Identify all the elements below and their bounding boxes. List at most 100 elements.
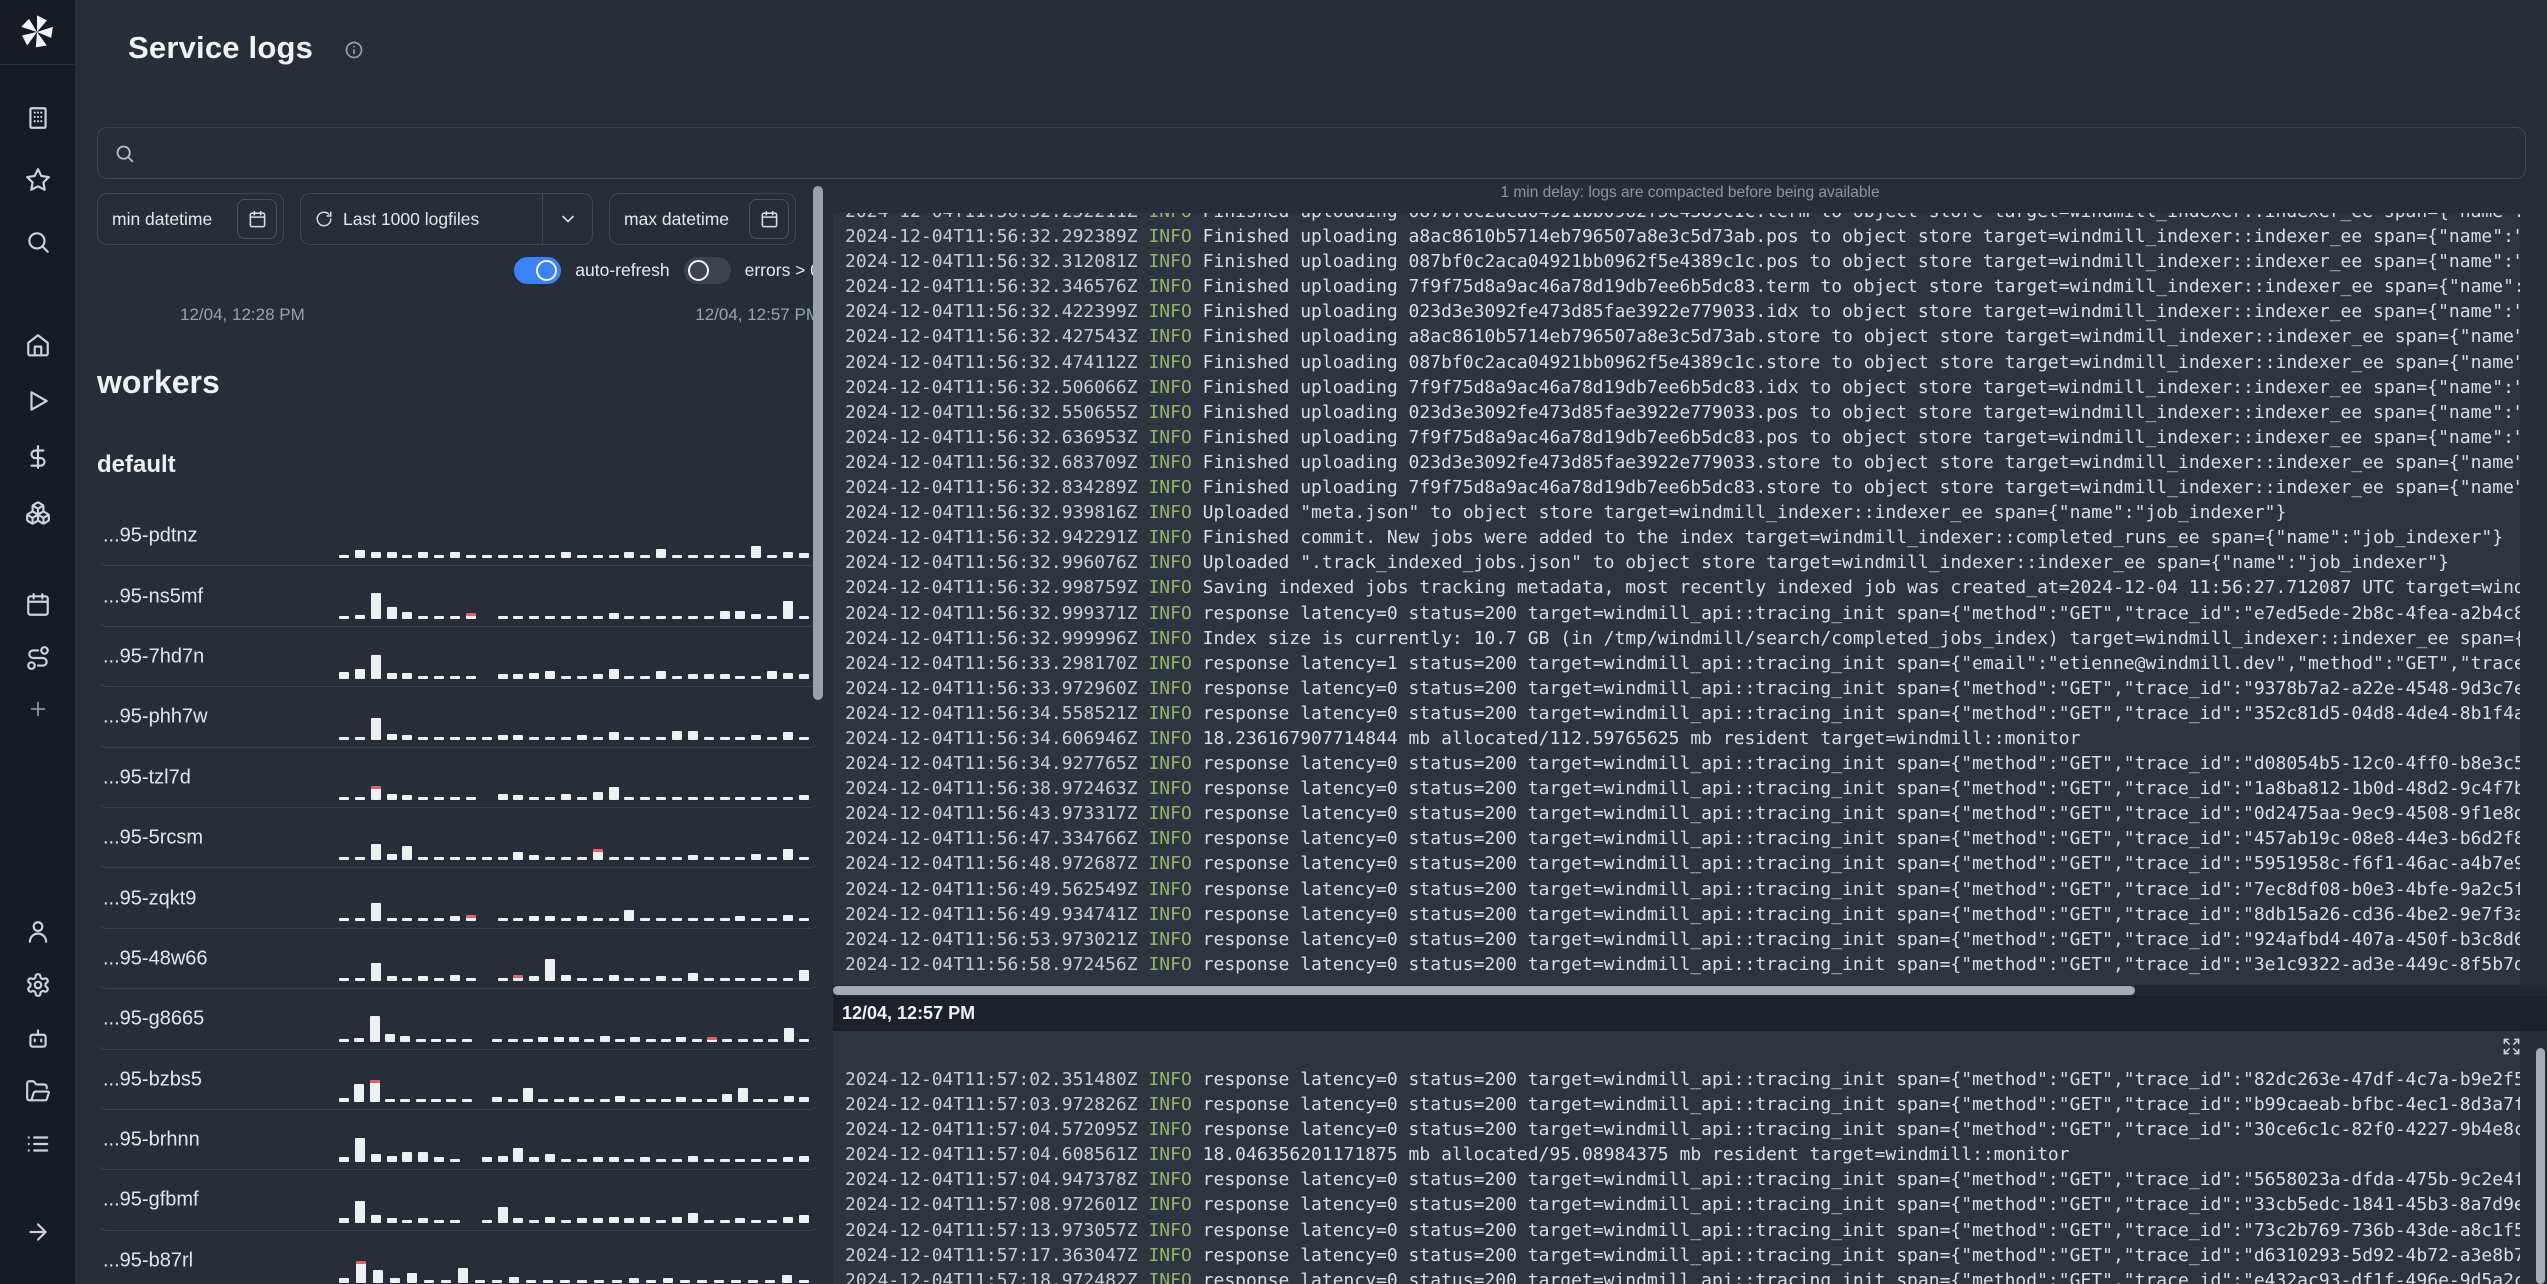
- worker-name: ...95-gfbmf: [103, 1188, 199, 1211]
- worker-row[interactable]: ...95-brhnn: [97, 1110, 820, 1171]
- min-datetime-button[interactable]: min datetime: [97, 193, 284, 245]
- windmill-logo-icon[interactable]: [17, 12, 57, 52]
- star-icon[interactable]: [25, 167, 51, 193]
- list-icon[interactable]: [25, 1131, 51, 1157]
- sparkline-bar: [481, 555, 492, 559]
- sparkline-bar: [339, 736, 349, 740]
- log-left-scrollbar-thumb[interactable]: [813, 186, 823, 700]
- vertical-scrollbar-thumb[interactable]: [2536, 1048, 2545, 1284]
- calendar-icon[interactable]: [749, 199, 789, 239]
- worker-row[interactable]: ...95-5rcsm: [97, 808, 820, 869]
- calendar-icon[interactable]: [237, 199, 277, 239]
- log-timestamp: 2024-12-04T11:56:32.834289Z: [845, 477, 1138, 499]
- log-message: response latency=0 status=200 target=win…: [1202, 1194, 2547, 1216]
- sparkline-bar: [767, 857, 778, 861]
- arrow-right-icon[interactable]: [25, 1219, 51, 1245]
- expand-icon[interactable]: [2502, 1037, 2521, 1056]
- sparkline-bar: [418, 976, 429, 982]
- log-level: INFO: [1148, 213, 1191, 222]
- sparkline-bar: [354, 796, 365, 800]
- user-icon[interactable]: [25, 919, 51, 945]
- range-start: 12/04, 12:28 PM: [180, 305, 305, 324]
- worker-row[interactable]: ...95-b87rl: [97, 1231, 820, 1284]
- worker-row[interactable]: ...95-zqkt9: [97, 868, 820, 929]
- sparkline-bar-error: [356, 1261, 367, 1284]
- search-icon[interactable]: [25, 229, 51, 255]
- bot-icon[interactable]: [25, 1025, 51, 1051]
- auto-refresh-toggle[interactable]: [514, 257, 562, 284]
- calendar-icon[interactable]: [25, 592, 51, 618]
- sparkline-bar: [640, 857, 651, 861]
- sparkline-bar: [354, 736, 365, 740]
- errors-only-toggle[interactable]: [683, 257, 731, 284]
- sparkline-bar: [339, 1157, 349, 1163]
- sparkline-bar: [624, 615, 635, 619]
- log-timestamp: 2024-12-04T11:56:32.252211Z: [845, 213, 1138, 222]
- sparkline-bar: [354, 669, 365, 680]
- sparkline-bar: [465, 857, 476, 861]
- sparkline-bar: [608, 857, 619, 861]
- sparkline-bar: [640, 1216, 651, 1223]
- log-line: 2024-12-04T11:56:49.562549Z INFO respons…: [845, 877, 2547, 902]
- home-icon[interactable]: [25, 332, 51, 358]
- sparkline-bar: [592, 1217, 603, 1223]
- sparkline-bar: [737, 1087, 748, 1102]
- building-icon[interactable]: [25, 105, 51, 131]
- folder-open-icon[interactable]: [25, 1078, 51, 1104]
- sparkline-bar: [706, 1098, 717, 1102]
- log-timestamp: 2024-12-04T11:56:32.999996Z: [845, 627, 1138, 649]
- sparkline-bar: [430, 1098, 441, 1102]
- sparkline-bar: [561, 917, 572, 921]
- plus-icon[interactable]: [27, 698, 49, 720]
- sparkline-bar: [691, 1038, 702, 1042]
- sidebar-divider: [0, 64, 75, 65]
- worker-activity-sparkline: [339, 643, 809, 680]
- sparkline-bar: [522, 1038, 533, 1042]
- sparkline-bar: [722, 1093, 733, 1102]
- settings-icon[interactable]: [25, 972, 51, 998]
- worker-row[interactable]: ...95-pdtnz: [97, 506, 820, 567]
- worker-row[interactable]: ...95-tzl7d: [97, 748, 820, 808]
- log-timestamp: 2024-12-04T11:57:04.572095Z: [845, 1119, 1138, 1141]
- log-section-divider: 12/04, 12:57 PM: [833, 996, 2547, 1031]
- max-datetime-button[interactable]: max datetime: [609, 193, 796, 245]
- log-level: INFO: [1148, 401, 1192, 423]
- search-input[interactable]: [147, 141, 2509, 165]
- logfiles-dropdown[interactable]: Last 1000 logfiles: [300, 193, 593, 245]
- horizontal-scrollbar-thumb[interactable]: [833, 986, 2135, 995]
- worker-activity-sparkline: [339, 764, 809, 800]
- sparkline-bar: [481, 1157, 492, 1163]
- sparkline-bar: [768, 1038, 779, 1042]
- worker-row[interactable]: ...95-48w66: [97, 929, 820, 990]
- log-message: response latency=0 status=200 target=win…: [1202, 677, 2547, 699]
- sparkline-bar: [614, 1095, 625, 1102]
- sparkline-bar: [783, 1027, 794, 1042]
- worker-row[interactable]: ...95-7hd7n: [97, 627, 820, 688]
- logfiles-chevron-button[interactable]: [542, 194, 592, 244]
- play-icon[interactable]: [25, 388, 51, 414]
- sparkline-bar: [513, 794, 524, 800]
- sparkline-bar: [386, 1156, 397, 1163]
- worker-row[interactable]: ...95-ns5mf: [97, 566, 820, 627]
- worker-row[interactable]: ...95-gfbmf: [97, 1170, 820, 1231]
- info-icon[interactable]: [344, 40, 364, 60]
- log-horizontal-scrollbar: [833, 985, 2547, 996]
- log-level: INFO: [1148, 953, 1192, 975]
- log-line: 2024-12-04T11:57:04.572095Z INFO respons…: [845, 1117, 2547, 1142]
- worker-row[interactable]: ...95-phh7w: [97, 687, 820, 748]
- boxes-icon[interactable]: [25, 500, 51, 526]
- log-line: 2024-12-04T11:56:32.942291Z INFO Finishe…: [845, 525, 2547, 550]
- dollar-icon[interactable]: [25, 444, 51, 470]
- sparkline-bar-error: [513, 975, 524, 982]
- sparkline-bar: [783, 731, 794, 740]
- sparkline-bar: [767, 1159, 778, 1163]
- worker-row[interactable]: ...95-bzbs5: [97, 1050, 820, 1110]
- sparkline-bar: [735, 1159, 746, 1163]
- sparkline-bar: [672, 796, 683, 800]
- sparkline-bar: [481, 1219, 492, 1223]
- worker-row[interactable]: ...95-g8665: [97, 989, 820, 1050]
- sparkline-bar: [592, 736, 603, 740]
- log-line: 2024-12-04T11:56:38.972463Z INFO respons…: [845, 776, 2547, 801]
- route-icon[interactable]: [25, 645, 51, 671]
- log-message: response latency=0 status=200 target=win…: [1202, 778, 2547, 800]
